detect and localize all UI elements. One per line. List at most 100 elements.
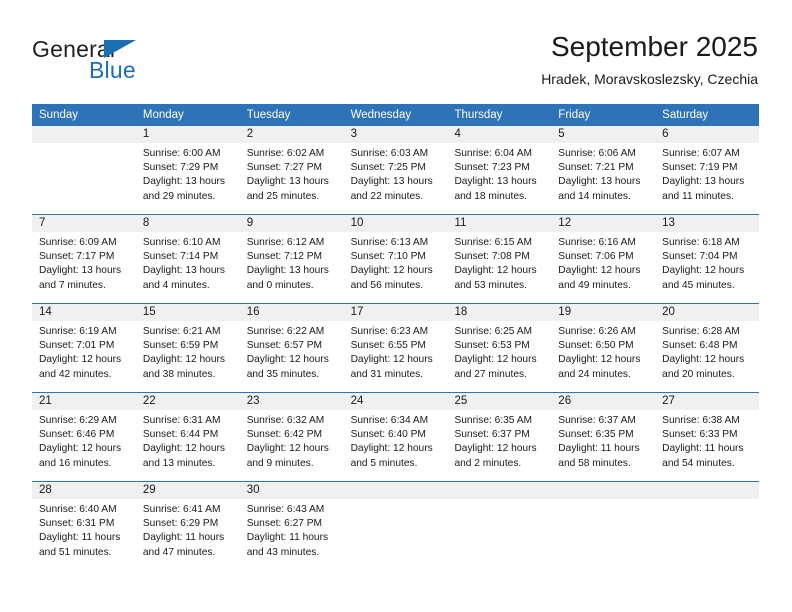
day-cell[interactable]: 5 Sunrise: 6:06 AM Sunset: 7:21 PM Dayli…: [551, 126, 656, 214]
daylight-text: Daylight: 12 hours and 42 minutes.: [39, 354, 122, 380]
day-cell[interactable]: 28 Sunrise: 6:40 AM Sunset: 6:31 PM Dayl…: [32, 482, 136, 570]
day-info: Sunrise: 6:10 AM Sunset: 7:14 PM Dayligh…: [136, 232, 240, 293]
weekday-header-saturday: Saturday: [662, 109, 709, 121]
brand-flag-icon: [104, 40, 136, 58]
day-number: 21: [32, 393, 136, 410]
sunrise-text: Sunrise: 6:23 AM: [350, 326, 429, 337]
sunrise-text: Sunrise: 6:35 AM: [454, 415, 533, 426]
sunset-text: Sunset: 7:04 PM: [662, 251, 738, 263]
sunrise-text: Sunrise: 6:04 AM: [454, 148, 533, 159]
day-cell[interactable]: 10 Sunrise: 6:13 AM Sunset: 7:10 PM Dayl…: [343, 215, 448, 303]
day-info: Sunrise: 6:21 AM Sunset: 6:59 PM Dayligh…: [136, 321, 240, 382]
daylight-text: Daylight: 12 hours and 2 minutes.: [454, 443, 537, 469]
sunrise-text: Sunrise: 6:31 AM: [142, 415, 221, 426]
brand-name-blue: Blue: [89, 57, 136, 83]
sunrise-text: Sunrise: 6:28 AM: [662, 326, 740, 337]
day-cell[interactable]: 18 Sunrise: 6:25 AM Sunset: 6:53 PM Dayl…: [447, 304, 552, 392]
day-number: [343, 482, 448, 499]
day-cell[interactable]: 16 Sunrise: 6:22 AM Sunset: 6:57 PM Dayl…: [239, 304, 344, 392]
day-cell[interactable]: 4 Sunrise: 6:04 AM Sunset: 7:23 PM Dayli…: [447, 126, 552, 214]
day-number: 30: [239, 482, 344, 499]
sunset-text: Sunset: 7:08 PM: [454, 251, 530, 263]
day-number: 24: [343, 393, 448, 410]
day-cell[interactable]: 9 Sunrise: 6:12 AM Sunset: 7:12 PM Dayli…: [239, 215, 344, 303]
week-row: 1 Sunrise: 6:00 AM Sunset: 7:29 PM Dayli…: [32, 126, 760, 214]
day-number: 15: [135, 304, 240, 321]
sunset-text: Sunset: 6:50 PM: [558, 340, 634, 352]
sunrise-text: Sunrise: 6:02 AM: [246, 148, 325, 159]
day-info: Sunrise: 6:07 AM Sunset: 7:19 PM Dayligh…: [655, 143, 759, 204]
daylight-text: Daylight: 12 hours and 20 minutes.: [662, 354, 745, 380]
sunset-text: Sunset: 7:21 PM: [558, 162, 634, 174]
day-number: [447, 482, 552, 499]
sunset-text: Sunset: 6:42 PM: [246, 429, 323, 441]
day-cell[interactable]: 3 Sunrise: 6:03 AM Sunset: 7:25 PM Dayli…: [343, 126, 448, 214]
week-row: 7 Sunrise: 6:09 AM Sunset: 7:17 PM Dayli…: [32, 214, 760, 303]
day-cell[interactable]: [343, 482, 448, 570]
day-cell[interactable]: 24 Sunrise: 6:34 AM Sunset: 6:40 PM Dayl…: [343, 393, 448, 481]
daylight-text: Daylight: 13 hours and 18 minutes.: [454, 176, 537, 202]
day-cell[interactable]: 1 Sunrise: 6:00 AM Sunset: 7:29 PM Dayli…: [135, 126, 240, 214]
day-cell[interactable]: [655, 482, 760, 570]
day-info: Sunrise: 6:23 AM Sunset: 6:55 PM Dayligh…: [344, 321, 448, 382]
sunset-text: Sunset: 7:19 PM: [662, 162, 738, 174]
day-cell[interactable]: 27 Sunrise: 6:38 AM Sunset: 6:33 PM Dayl…: [655, 393, 760, 481]
day-cell[interactable]: [32, 126, 136, 214]
day-cell[interactable]: 2 Sunrise: 6:02 AM Sunset: 7:27 PM Dayli…: [239, 126, 344, 214]
sunrise-text: Sunrise: 6:03 AM: [350, 148, 429, 159]
day-number: 25: [447, 393, 552, 410]
day-number: 17: [343, 304, 448, 321]
day-cell[interactable]: 22 Sunrise: 6:31 AM Sunset: 6:44 PM Dayl…: [135, 393, 240, 481]
sunset-text: Sunset: 6:48 PM: [662, 340, 738, 352]
daylight-text: Daylight: 11 hours and 47 minutes.: [142, 532, 225, 558]
day-info: Sunrise: 6:25 AM Sunset: 6:53 PM Dayligh…: [447, 321, 551, 382]
day-number: 3: [343, 126, 448, 143]
daylight-text: Daylight: 12 hours and 16 minutes.: [39, 443, 122, 469]
day-info: Sunrise: 6:35 AM Sunset: 6:37 PM Dayligh…: [447, 410, 551, 471]
day-cell[interactable]: [447, 482, 552, 570]
day-number: 27: [655, 393, 760, 410]
day-cell[interactable]: 21 Sunrise: 6:29 AM Sunset: 6:46 PM Dayl…: [32, 393, 136, 481]
day-cell[interactable]: 17 Sunrise: 6:23 AM Sunset: 6:55 PM Dayl…: [343, 304, 448, 392]
day-cell[interactable]: 26 Sunrise: 6:37 AM Sunset: 6:35 PM Dayl…: [551, 393, 656, 481]
day-info: Sunrise: 6:12 AM Sunset: 7:12 PM Dayligh…: [240, 232, 344, 293]
day-cell[interactable]: 19 Sunrise: 6:26 AM Sunset: 6:50 PM Dayl…: [551, 304, 656, 392]
day-cell[interactable]: 6 Sunrise: 6:07 AM Sunset: 7:19 PM Dayli…: [655, 126, 760, 214]
sunset-text: Sunset: 6:55 PM: [350, 340, 426, 352]
day-info: Sunrise: 6:16 AM Sunset: 7:06 PM Dayligh…: [551, 232, 655, 293]
day-cell[interactable]: 12 Sunrise: 6:16 AM Sunset: 7:06 PM Dayl…: [551, 215, 656, 303]
day-number: 23: [239, 393, 344, 410]
day-info: [344, 499, 448, 503]
daylight-text: Daylight: 12 hours and 13 minutes.: [142, 443, 225, 469]
day-info: Sunrise: 6:31 AM Sunset: 6:44 PM Dayligh…: [136, 410, 240, 471]
day-cell[interactable]: 29 Sunrise: 6:41 AM Sunset: 6:29 PM Dayl…: [135, 482, 240, 570]
day-cell[interactable]: 25 Sunrise: 6:35 AM Sunset: 6:37 PM Dayl…: [447, 393, 552, 481]
sunset-text: Sunset: 6:31 PM: [39, 518, 115, 530]
day-cell[interactable]: 8 Sunrise: 6:10 AM Sunset: 7:14 PM Dayli…: [135, 215, 240, 303]
weekday-header-monday: Monday: [142, 109, 184, 121]
day-info: Sunrise: 6:22 AM Sunset: 6:57 PM Dayligh…: [240, 321, 344, 382]
brand-logo[interactable]: General Blue: [32, 36, 232, 86]
weekday-header-row: Sunday Monday Tuesday Wednesday Thursday…: [32, 104, 759, 126]
day-cell[interactable]: 14 Sunrise: 6:19 AM Sunset: 7:01 PM Dayl…: [32, 304, 136, 392]
day-info: [32, 143, 136, 147]
day-info: [447, 499, 551, 503]
day-cell[interactable]: 23 Sunrise: 6:32 AM Sunset: 6:42 PM Dayl…: [239, 393, 344, 481]
daylight-text: Daylight: 12 hours and 53 minutes.: [454, 265, 537, 291]
day-cell[interactable]: 11 Sunrise: 6:15 AM Sunset: 7:08 PM Dayl…: [447, 215, 552, 303]
day-number: 13: [655, 215, 760, 232]
day-cell[interactable]: 30 Sunrise: 6:43 AM Sunset: 6:27 PM Dayl…: [239, 482, 344, 570]
day-cell[interactable]: 13 Sunrise: 6:18 AM Sunset: 7:04 PM Dayl…: [655, 215, 760, 303]
daylight-text: Daylight: 12 hours and 56 minutes.: [350, 265, 433, 291]
day-cell[interactable]: 15 Sunrise: 6:21 AM Sunset: 6:59 PM Dayl…: [135, 304, 240, 392]
day-info: Sunrise: 6:32 AM Sunset: 6:42 PM Dayligh…: [240, 410, 344, 471]
day-number: 29: [135, 482, 240, 499]
sunrise-text: Sunrise: 6:26 AM: [558, 326, 636, 337]
day-number: 12: [551, 215, 656, 232]
day-cell[interactable]: [551, 482, 656, 570]
daylight-text: Daylight: 12 hours and 27 minutes.: [454, 354, 537, 380]
day-cell[interactable]: 7 Sunrise: 6:09 AM Sunset: 7:17 PM Dayli…: [32, 215, 136, 303]
day-cell[interactable]: 20 Sunrise: 6:28 AM Sunset: 6:48 PM Dayl…: [655, 304, 760, 392]
sunrise-text: Sunrise: 6:18 AM: [662, 237, 740, 248]
day-info: Sunrise: 6:34 AM Sunset: 6:40 PM Dayligh…: [344, 410, 448, 471]
